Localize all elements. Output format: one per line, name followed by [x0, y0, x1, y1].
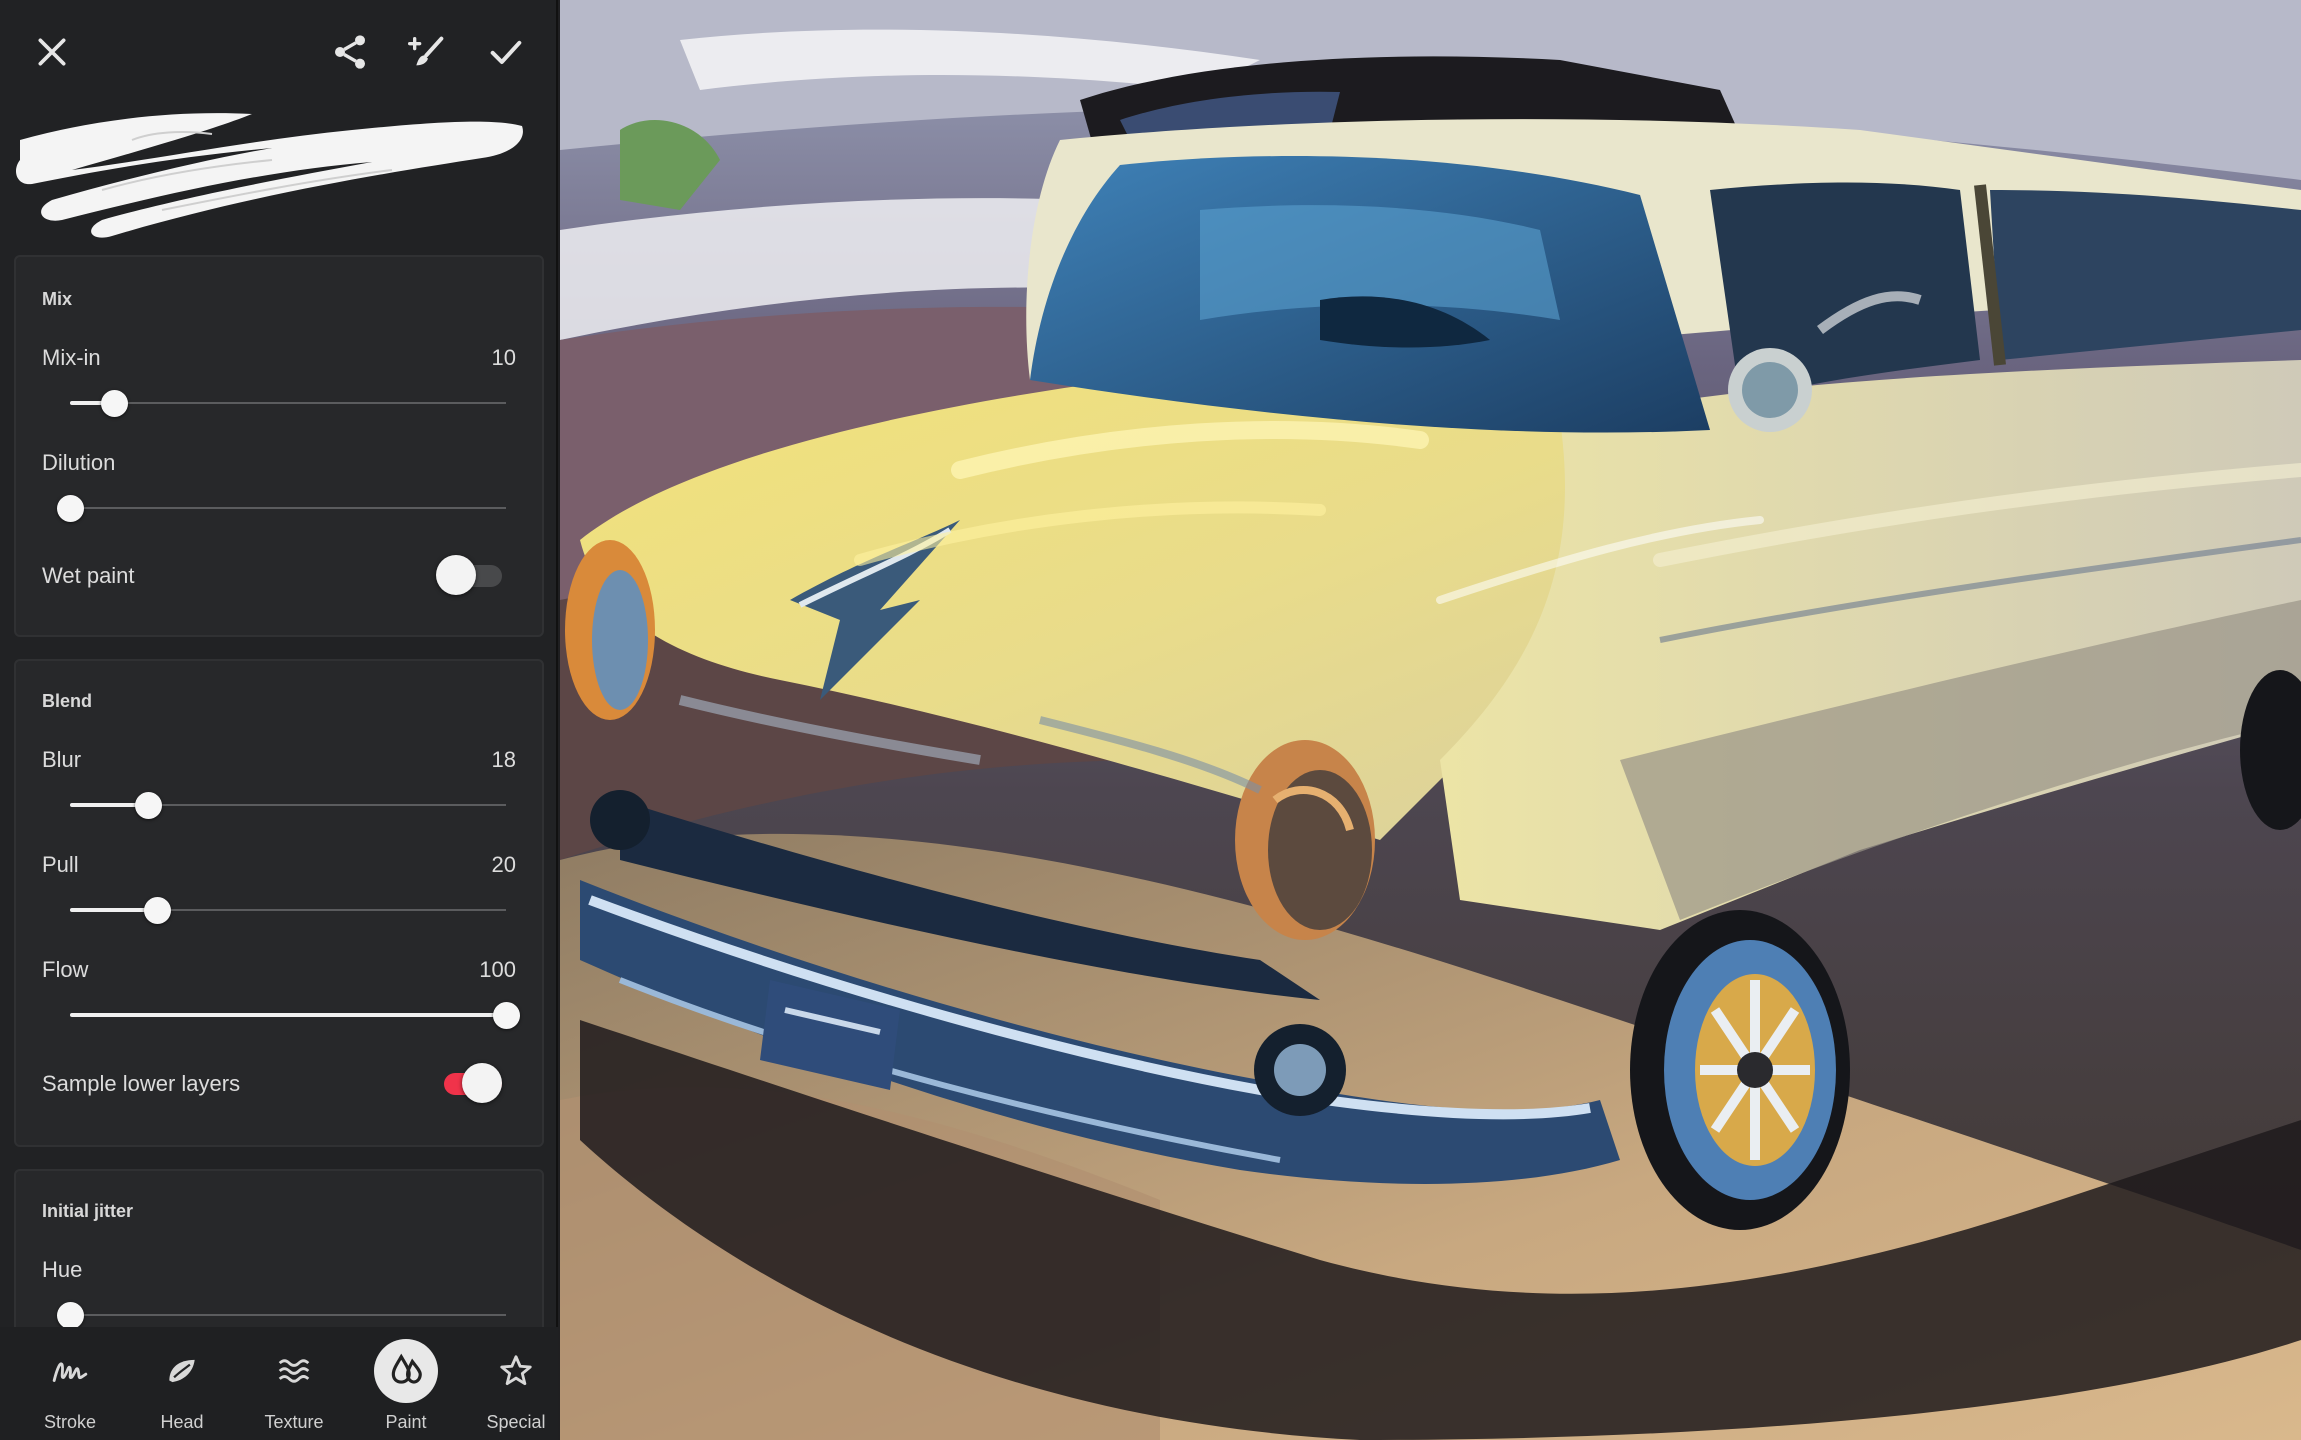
flow-slider[interactable]: [70, 997, 520, 1033]
flow-label: Flow: [42, 957, 89, 982]
nav-label: Head: [160, 1412, 204, 1432]
slider-thumb[interactable]: [57, 495, 84, 522]
sample-lower-layers-toggle[interactable]: [436, 1063, 502, 1103]
hue-label: Hue: [42, 1257, 83, 1282]
brush-plus-icon: [408, 36, 444, 66]
toggle-thumb: [462, 1063, 502, 1103]
hue-slider[interactable]: [57, 1297, 506, 1327]
mix-in-value: 10: [491, 345, 516, 370]
slider-track: [70, 1314, 506, 1316]
check-icon: [490, 40, 522, 64]
blur-value: 18: [491, 747, 516, 772]
nav-label: Stroke: [43, 1412, 97, 1432]
dilution-label: Dilution: [42, 450, 116, 475]
close-button[interactable]: [22, 22, 82, 82]
pull-label: Pull: [42, 852, 79, 877]
texture-icon: [262, 1339, 326, 1403]
section-title: Blend: [42, 691, 93, 711]
slider-thumb[interactable]: [57, 1302, 84, 1327]
section-title: Mix: [42, 289, 73, 309]
pull-slider[interactable]: [70, 892, 506, 928]
nav-label: Paint: [385, 1412, 427, 1432]
flow-value: 100: [479, 957, 516, 982]
section-title: Initial jitter: [42, 1201, 134, 1221]
nav-stroke[interactable]: Stroke: [15, 1327, 125, 1440]
mix-in-label: Mix-in: [42, 345, 101, 370]
section-blend: Blend Blur 18 Pull 20 Flow 100 Sample lo…: [14, 659, 544, 1147]
slider-thumb[interactable]: [493, 1002, 520, 1029]
brush-head-icon: [150, 1339, 214, 1403]
pull-value: 20: [491, 852, 516, 877]
slider-track: [70, 402, 506, 404]
brush-settings-panel: Mix Mix-in 10 Dilution Wet paint Blend B…: [0, 0, 558, 1440]
app-window: Mix Mix-in 10 Dilution Wet paint Blend B…: [0, 0, 2301, 1440]
slider-thumb[interactable]: [144, 897, 172, 924]
mix-in-slider[interactable]: [70, 385, 506, 421]
section-initial-jitter: Initial jitter Hue: [14, 1169, 544, 1327]
wet-paint-toggle[interactable]: [436, 555, 502, 595]
nav-head[interactable]: Head: [127, 1327, 237, 1440]
confirm-button[interactable]: [476, 22, 536, 82]
section-mix: Mix Mix-in 10 Dilution Wet paint: [14, 255, 544, 637]
panel-toolbar: [0, 0, 558, 100]
share-button[interactable]: [320, 22, 380, 82]
stroke-icon: [38, 1339, 102, 1403]
paint-drops-icon: [374, 1339, 438, 1403]
slider-thumb[interactable]: [100, 390, 128, 417]
slider-thumb[interactable]: [135, 792, 163, 819]
car-painting-image: [560, 0, 2301, 1440]
nav-label: Texture: [264, 1412, 324, 1432]
add-brush-button[interactable]: [398, 22, 458, 82]
brush-category-nav: Stroke Head Texture Paint Special: [0, 1327, 558, 1440]
slider-track: [70, 507, 506, 509]
nav-texture[interactable]: Texture: [239, 1327, 349, 1440]
nav-label: Special: [486, 1412, 546, 1432]
painting-canvas[interactable]: [560, 0, 2301, 1440]
blur-label: Blur: [42, 747, 82, 772]
star-icon: [484, 1339, 548, 1403]
close-icon: [38, 38, 66, 66]
nav-paint[interactable]: Paint: [351, 1327, 461, 1440]
brush-stroke-preview: [12, 100, 532, 248]
sample-lower-layers-label: Sample lower layers: [42, 1071, 241, 1096]
wet-paint-label: Wet paint: [42, 563, 135, 588]
toggle-thumb: [436, 555, 476, 595]
slider-fill: [70, 1013, 506, 1017]
nav-special[interactable]: Special: [461, 1327, 571, 1440]
blur-slider[interactable]: [70, 787, 506, 823]
share-icon: [335, 35, 365, 69]
settings-scroll-area[interactable]: Mix Mix-in 10 Dilution Wet paint Blend B…: [0, 255, 558, 1327]
dilution-slider[interactable]: [57, 490, 506, 526]
